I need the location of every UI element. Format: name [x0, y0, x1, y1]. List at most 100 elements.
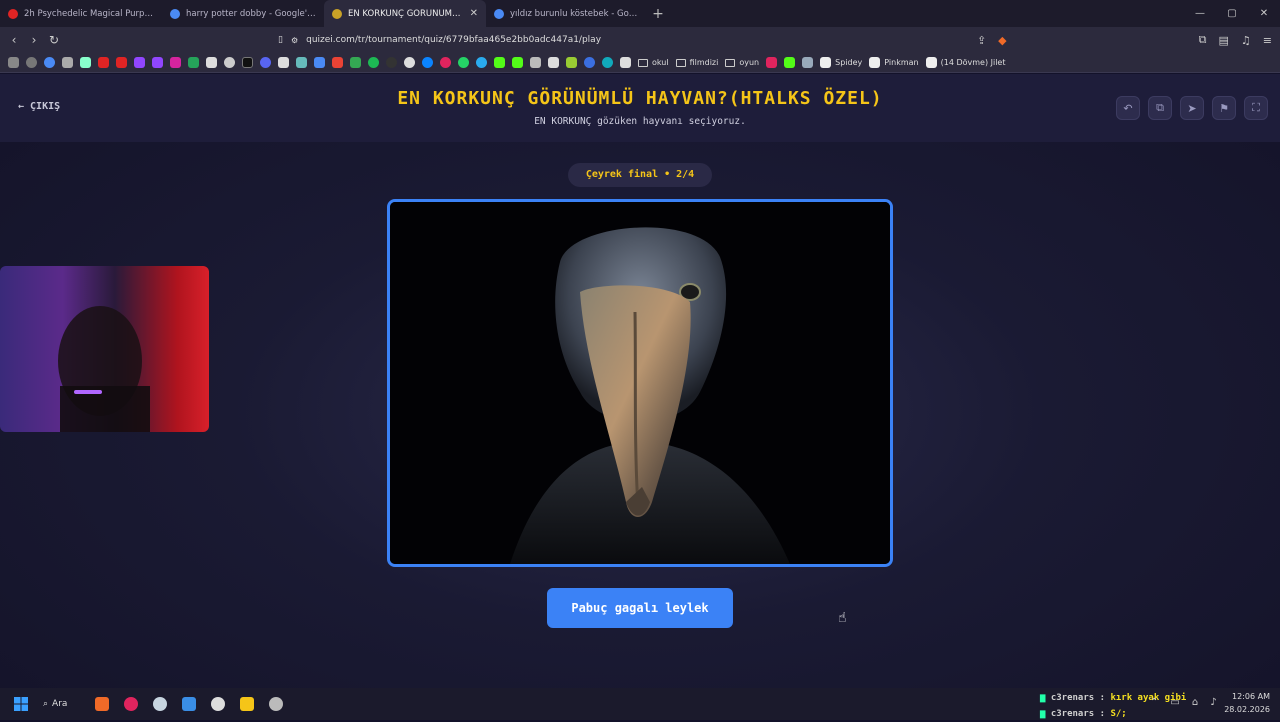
browser-tab-active[interactable]: EN KORKUNÇ GÖRÜNÜMLÜ HA ✕: [324, 0, 486, 27]
share-icon[interactable]: ⧉: [1148, 96, 1172, 120]
sidebar-icon[interactable]: ▤: [1219, 34, 1229, 47]
fullscreen-icon[interactable]: ⛶: [1244, 96, 1268, 120]
new-tab-button[interactable]: +: [648, 6, 668, 22]
window-controls: — ▢ ✕: [1184, 0, 1280, 27]
spotify-icon[interactable]: [368, 57, 379, 68]
bookmark-icon[interactable]: [296, 57, 307, 68]
bookmark-icon[interactable]: [62, 57, 73, 68]
steam-icon[interactable]: [145, 688, 174, 720]
bookmark-icon[interactable]: [548, 57, 559, 68]
youtube-icon[interactable]: [116, 57, 127, 68]
bookmark-icon[interactable]: [530, 57, 541, 68]
quiz-subtitle: EN KORKUNÇ gözüken hayvanı seçiyoruz.: [534, 116, 746, 127]
kick-icon[interactable]: [784, 57, 796, 68]
bookmark-icon[interactable]: [386, 57, 397, 68]
clock[interactable]: 12:06 AM 28.02.2026: [1224, 690, 1270, 716]
docs-icon[interactable]: [314, 57, 325, 68]
bookmark-icon[interactable]: [602, 57, 613, 68]
bookmark-page[interactable]: Pinkman: [869, 57, 919, 68]
page-icon: [925, 57, 937, 68]
display-icon[interactable]: ▭: [1170, 697, 1179, 708]
quiz-title: EN KORKUNÇ GÖRÜNÜMLÜ HAYVAN?(HTALKS ÖZEL…: [397, 88, 883, 109]
back-icon[interactable]: ‹: [4, 33, 24, 47]
bookmark-folder[interactable]: filmdizi: [675, 58, 718, 67]
bookmark-icon[interactable]: [440, 57, 451, 68]
send-icon[interactable]: ➤: [1180, 96, 1204, 120]
maximize-button[interactable]: ▢: [1216, 0, 1248, 27]
twitch-icon[interactable]: [152, 57, 163, 68]
flag-icon[interactable]: ⚑: [1212, 96, 1236, 120]
twitch-icon[interactable]: [134, 57, 145, 68]
kick-icon[interactable]: [512, 57, 523, 68]
site-info-icon[interactable]: ⚙: [291, 36, 298, 45]
system-tray: ⌃ ▭ ⌂ ♪: [1150, 697, 1217, 708]
app-icon[interactable]: [261, 688, 290, 720]
github-icon[interactable]: [404, 57, 415, 68]
browser-tab[interactable]: yıldız burunlu köstebek - Google'da: [486, 0, 648, 27]
whatsapp-icon[interactable]: [458, 57, 469, 68]
round-indicator: Çeyrek final • 2/4: [568, 163, 712, 187]
windows-start-icon[interactable]: [6, 688, 35, 720]
media-player-icon[interactable]: [116, 688, 145, 720]
gmail-icon[interactable]: [332, 57, 343, 68]
menu-icon[interactable]: ≡: [1263, 34, 1272, 47]
bookmark-icon[interactable]: [584, 57, 595, 68]
media-icon[interactable]: ♫: [1241, 34, 1251, 47]
bookmark-icon[interactable]: [278, 57, 289, 68]
file-explorer-icon[interactable]: [232, 688, 261, 720]
bookmark-icon[interactable]: [188, 57, 199, 68]
bookmark-page[interactable]: (14 Dövme) Jilet: [925, 57, 1005, 68]
bookmark-icon[interactable]: [802, 57, 814, 68]
brave-icon[interactable]: [87, 688, 116, 720]
bookmark-icon[interactable]: [766, 57, 778, 68]
clock-time: 12:06 AM: [1232, 692, 1270, 701]
answer-button[interactable]: Pabuç gagalı leylek: [547, 588, 733, 628]
photos-icon[interactable]: [174, 688, 203, 720]
bookmark-icon[interactable]: [620, 57, 631, 68]
close-window-button[interactable]: ✕: [1248, 0, 1280, 27]
drive-icon[interactable]: [350, 57, 361, 68]
tab-title: 2h Psychedelic Magical Purple Neon: [24, 8, 154, 19]
taskbar-search[interactable]: ⌕ Ara: [35, 699, 87, 709]
extensions-icon[interactable]: ⧉: [1199, 33, 1207, 47]
app-icon[interactable]: [203, 688, 232, 720]
chevron-up-icon[interactable]: ⌃: [1150, 697, 1158, 708]
url-text[interactable]: quizei.com/tr/tournament/quiz/6779bfaa46…: [306, 35, 601, 45]
bookmark-icon[interactable]: [80, 57, 91, 68]
minimize-button[interactable]: —: [1184, 0, 1216, 27]
youtube-icon[interactable]: [98, 57, 109, 68]
browser-tab[interactable]: harry potter dobby - Google'da Ara: [162, 0, 324, 27]
share-icon[interactable]: ⇪: [977, 34, 986, 47]
tiktok-icon[interactable]: [242, 57, 253, 68]
toolbar-right: ⇪ ◆ ⧉ ▤ ♫ ≡: [977, 27, 1272, 53]
animal-image-card[interactable]: [387, 199, 893, 567]
bookmark-folder[interactable]: oyun: [725, 58, 759, 67]
apps-icon[interactable]: [8, 57, 19, 68]
discord-icon[interactable]: [260, 57, 271, 68]
network-icon[interactable]: ⌂: [1192, 697, 1198, 708]
browser-tab[interactable]: 2h Psychedelic Magical Purple Neon: [0, 0, 162, 27]
instagram-icon[interactable]: [170, 57, 181, 68]
bookmark-icon[interactable]: ▯: [278, 35, 283, 45]
forward-icon[interactable]: ›: [24, 33, 44, 47]
folder-icon: [675, 58, 686, 67]
telegram-icon[interactable]: [476, 57, 487, 68]
bookmark-page[interactable]: Spidey: [820, 57, 862, 68]
bookmark-icon[interactable]: [224, 57, 235, 68]
bookmark-icon[interactable]: [566, 57, 577, 68]
youtube-icon: [8, 8, 18, 19]
reload-icon[interactable]: ↻: [44, 33, 64, 47]
bookmark-icon[interactable]: [422, 57, 433, 68]
bookmark-folder[interactable]: okul: [638, 58, 669, 67]
brave-shield-icon[interactable]: ◆: [998, 34, 1006, 47]
google-icon[interactable]: [44, 57, 55, 68]
x-icon[interactable]: [206, 57, 217, 68]
page-icon: [820, 57, 832, 68]
volume-icon[interactable]: ♪: [1210, 697, 1216, 708]
undo-icon[interactable]: ↶: [1116, 96, 1140, 120]
omnibox[interactable]: ▯ ⚙ quizei.com/tr/tournament/quiz/6779bf…: [278, 30, 1002, 50]
history-icon[interactable]: [26, 57, 37, 68]
close-tab-icon[interactable]: ✕: [470, 8, 478, 19]
quiz-tools: ↶ ⧉ ➤ ⚑ ⛶: [1116, 96, 1268, 120]
kick-icon[interactable]: [494, 57, 505, 68]
